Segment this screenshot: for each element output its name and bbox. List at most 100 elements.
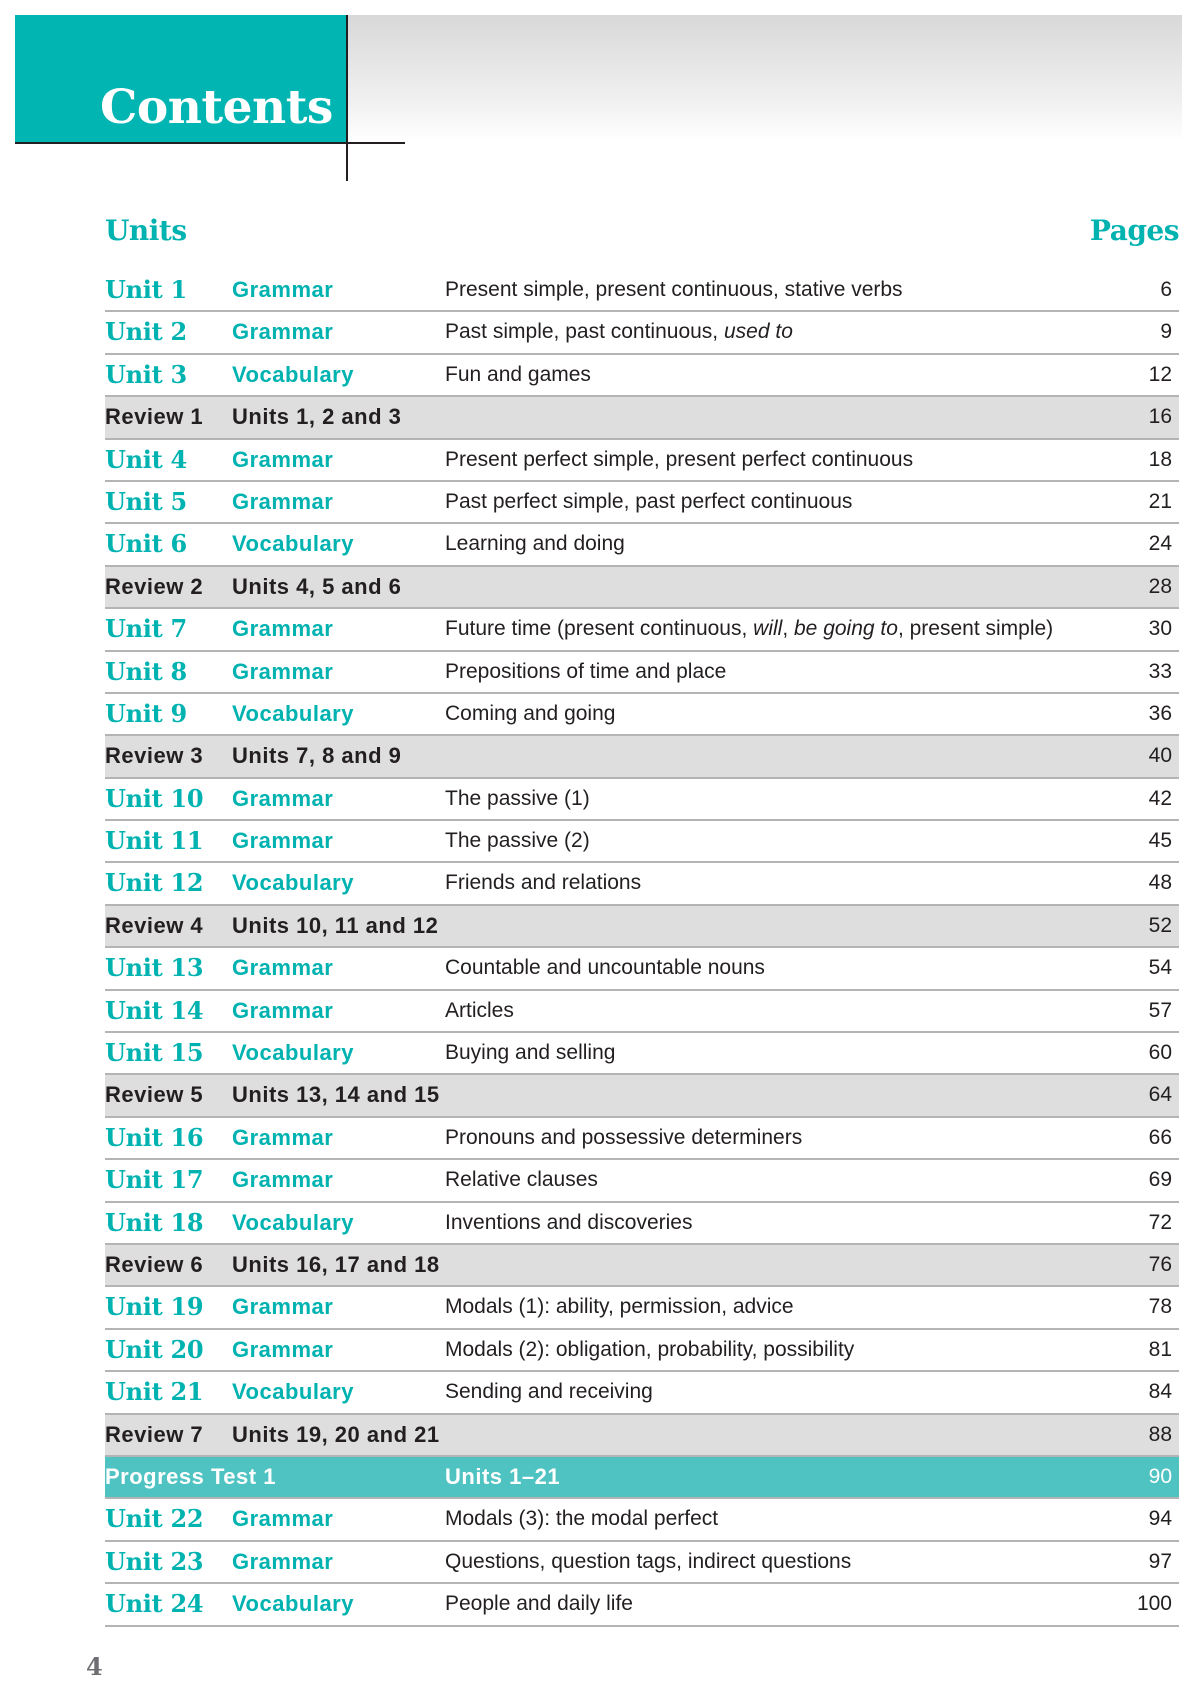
unit-topic: Modals (3): the modal perfect [445, 1499, 718, 1539]
topic-text: Countable and uncountable nouns [445, 956, 765, 980]
units-covered: Units 1–21 [445, 1463, 561, 1489]
page-reference: 16 [1148, 405, 1172, 429]
unit-type: Vocabulary [232, 1040, 354, 1066]
unit-type: Grammar [232, 446, 334, 472]
unit-topic: Present simple, present continuous, stat… [445, 270, 903, 310]
unit-row[interactable]: Unit 21 Vocabulary Sending and receiving 84 [105, 1372, 1179, 1415]
unit-type: Grammar [232, 997, 334, 1023]
unit-row[interactable]: Unit 22 Grammar Modals (3): the modal perf… [105, 1499, 1179, 1542]
page-reference: 42 [1148, 786, 1172, 810]
page-reference: 64 [1148, 1083, 1172, 1107]
unit-row[interactable]: Unit 11 Grammar The passive (2) 45 [105, 821, 1179, 864]
unit-label: Unit 14 [105, 995, 204, 1025]
page-reference: 54 [1148, 956, 1172, 980]
page-reference: 97 [1148, 1549, 1172, 1573]
unit-row[interactable]: Unit 4 Grammar Present perfect simple, pre… [105, 440, 1179, 482]
unit-row[interactable]: Unit 24 Vocabulary People and daily life 10… [105, 1584, 1179, 1627]
page-reference: 12 [1148, 362, 1172, 386]
unit-type: Grammar [232, 828, 334, 854]
unit-type: Grammar [232, 1294, 334, 1320]
unit-label: Unit 1 [105, 275, 187, 304]
unit-label: Unit 11 [105, 826, 204, 856]
unit-row[interactable]: Unit 9 Vocabulary Coming and going 36 [105, 694, 1179, 737]
unit-row[interactable]: Unit 16 Grammar Pronouns and possessive de… [105, 1118, 1179, 1161]
review-row[interactable]: Review 7 Units 19, 20 and 21 88 [105, 1414, 1179, 1457]
unit-label: Unit 16 [105, 1122, 204, 1152]
topic-text: The passive (1) [445, 786, 590, 810]
unit-row[interactable]: Unit 10 Grammar The passive (1) 42 [105, 779, 1179, 822]
review-row[interactable]: Review 6 Units 16, 17 and 18 76 [105, 1244, 1179, 1288]
unit-topic: Coming and going [445, 694, 615, 734]
unit-topic: The passive (2) [445, 821, 590, 861]
unit-label: Unit 7 [105, 614, 187, 644]
unit-topic: Friends and relations [445, 863, 641, 903]
unit-label: Unit 10 [105, 783, 204, 813]
progress-test-row[interactable]: Progress Test 1 Units 1–21 90 [105, 1456, 1179, 1500]
unit-row[interactable]: Unit 2 Grammar Past simple, past continuou… [105, 312, 1179, 355]
page-reference: 78 [1148, 1295, 1172, 1319]
unit-label: Unit 19 [105, 1292, 204, 1322]
unit-topic: Inventions and discoveries [445, 1203, 692, 1243]
units-covered: Units 19, 20 and 21 [232, 1421, 440, 1447]
page-reference: 52 [1148, 913, 1172, 937]
page-reference: 81 [1148, 1337, 1172, 1361]
unit-type: Grammar [232, 1336, 334, 1362]
review-row[interactable]: Review 1 Units 1, 2 and 3 16 [105, 397, 1179, 440]
unit-topic: Fun and games [445, 355, 591, 395]
topic-text: , present simple) [897, 617, 1054, 641]
unit-label: Unit 23 [105, 1546, 204, 1576]
unit-label: Unit 2 [105, 317, 187, 347]
contents-table: Unit 1 Grammar Present simple, present con… [105, 270, 1179, 1627]
unit-label: Unit 4 [105, 444, 187, 474]
unit-row[interactable]: Unit 8 Grammar Prepositions of time and pl… [105, 652, 1179, 694]
topic-text: Buying and selling [445, 1041, 616, 1065]
unit-row[interactable]: Unit 13 Grammar Countable and uncountable … [105, 948, 1179, 991]
unit-row[interactable]: Unit 12 Vocabulary Friends and relations 48 [105, 863, 1179, 906]
unit-topic: Pronouns and possessive determiners [445, 1118, 802, 1158]
unit-type: Grammar [232, 1506, 334, 1532]
page-reference: 69 [1148, 1168, 1172, 1192]
unit-row[interactable]: Unit 14 Grammar Articles 57 [105, 991, 1179, 1034]
unit-row[interactable]: Unit 3 Vocabulary Fun and games 12 [105, 355, 1179, 398]
unit-row[interactable]: Unit 5 Grammar Past perfect simple, past p… [105, 482, 1179, 525]
page-title: Contents [100, 80, 333, 135]
unit-type: Grammar [232, 1167, 334, 1193]
unit-label: Unit 22 [105, 1504, 204, 1534]
page-reference: 66 [1148, 1125, 1172, 1149]
review-row[interactable]: Review 2 Units 4, 5 and 6 28 [105, 566, 1179, 610]
unit-row[interactable]: Unit 18 Vocabulary Inventions and discover… [105, 1203, 1179, 1245]
header-gradient-band [347, 15, 1182, 141]
unit-row[interactable]: Unit 6 Vocabulary Learning and doing 24 [105, 524, 1179, 567]
topic-text: Coming and going [445, 701, 616, 725]
topic-text: Present simple, present continuous, stat… [445, 278, 903, 301]
unit-type: Vocabulary [232, 870, 354, 896]
review-row[interactable]: Review 3 Units 7, 8 and 9 40 [105, 736, 1179, 779]
topic-italic-term: be going to [794, 617, 898, 641]
page-reference: 57 [1148, 998, 1172, 1022]
review-label: Review 7 [105, 1421, 204, 1447]
unit-row[interactable]: Unit 7 Grammar Future time (present contin… [105, 609, 1179, 652]
topic-text: Articles [445, 998, 514, 1022]
unit-row[interactable]: Unit 15 Vocabulary Buying and selling 60 [105, 1033, 1179, 1076]
review-row[interactable]: Review 4 Units 10, 11 and 12 52 [105, 905, 1179, 949]
review-label: Review 4 [105, 912, 204, 938]
unit-type: Vocabulary [232, 361, 354, 387]
unit-label: Unit 13 [105, 953, 204, 983]
unit-topic: Past perfect simple, past perfect contin… [445, 482, 852, 522]
review-row[interactable]: Review 5 Units 13, 14 and 15 64 [105, 1075, 1179, 1118]
unit-type: Grammar [232, 955, 334, 981]
unit-topic: Present perfect simple, present perfect … [445, 440, 913, 480]
page-reference: 9 [1160, 320, 1172, 344]
unit-row[interactable]: Unit 1 Grammar Present simple, present con… [105, 270, 1179, 313]
unit-topic: Sending and receiving [445, 1372, 653, 1412]
unit-label: Unit 3 [105, 359, 187, 389]
unit-row[interactable]: Unit 19 Grammar Modals (1): ability, permi… [105, 1287, 1179, 1330]
unit-label: Unit 15 [105, 1038, 204, 1068]
page-reference: 24 [1148, 532, 1172, 556]
units-covered: Units 4, 5 and 6 [232, 573, 402, 599]
unit-row[interactable]: Unit 17 Grammar Relative clauses 69 [105, 1160, 1179, 1203]
unit-row[interactable]: Unit 20 Grammar Modals (2): obligation, pr… [105, 1330, 1179, 1373]
unit-label: Unit 17 [105, 1165, 204, 1195]
unit-label: Unit 9 [105, 698, 187, 728]
unit-row[interactable]: Unit 23 Grammar Questions, question tags, … [105, 1542, 1179, 1585]
